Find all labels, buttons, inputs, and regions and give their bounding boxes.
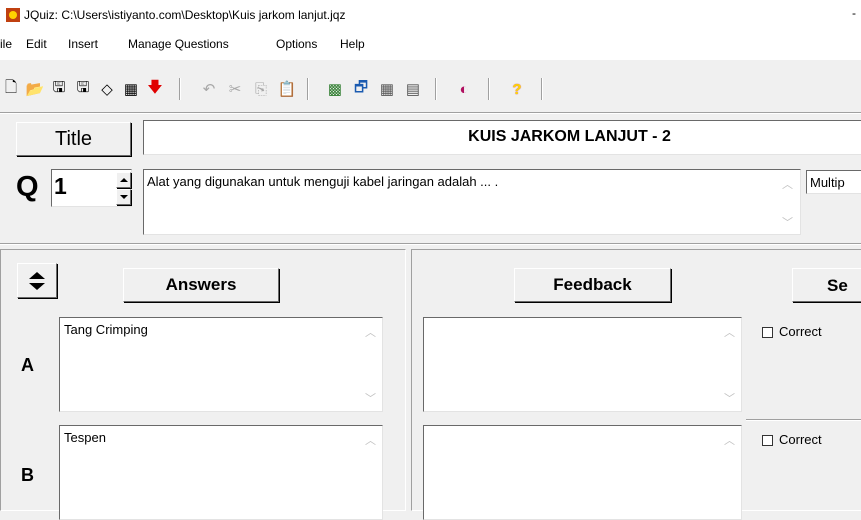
eraser-icon[interactable]: ◇ — [98, 80, 116, 98]
settings-header-button[interactable]: Se — [792, 268, 861, 302]
question-divider — [0, 243, 861, 245]
copy-icon[interactable]: ⎘ — [252, 80, 270, 98]
scroll-up-icon[interactable]: ︿ — [365, 432, 376, 448]
web-export-icon[interactable]: ▦ — [122, 80, 140, 98]
down-arrow-icon[interactable]: 🡇 — [146, 79, 164, 98]
title-field[interactable]: KUIS JARKOM LANJUT - 2 — [143, 120, 861, 155]
question-up-spinner[interactable] — [116, 172, 131, 188]
toolbar-separator — [179, 78, 181, 100]
correct-label-b: Correct — [779, 432, 822, 447]
question-text-field[interactable]: Alat yang digunakan untuk menguji kabel … — [143, 169, 801, 235]
save-icon[interactable]: 🖫 — [50, 79, 68, 98]
answer-a-field[interactable]: Tang Crimping ︿ ﹀ — [59, 317, 383, 412]
menu-help[interactable]: Help — [340, 37, 365, 51]
undo-icon[interactable]: ↶ — [200, 80, 218, 98]
menu-insert[interactable]: Insert — [68, 37, 98, 51]
answer-letter-a: A — [21, 355, 34, 375]
paste-icon[interactable]: 📋 — [278, 80, 297, 98]
reorder-button[interactable] — [17, 263, 57, 298]
question-type-select[interactable]: Multip — [806, 170, 861, 194]
toolbar-separator — [541, 78, 543, 100]
toolbar-separator — [307, 78, 309, 100]
open-folder-icon[interactable]: 📂 — [26, 80, 45, 98]
correct-label-a: Correct — [779, 324, 822, 339]
toolbar-divider — [0, 112, 861, 114]
settings-header-label: Se — [827, 276, 848, 295]
menu-edit[interactable]: Edit — [26, 37, 47, 51]
correct-checkbox-b[interactable] — [762, 435, 773, 446]
delete-record-icon[interactable]: ▤ — [404, 80, 422, 98]
window-title: JQuiz: C:\Users\istiyanto.com\Desktop\Ku… — [24, 8, 346, 22]
add-record-icon[interactable]: ▦ — [378, 80, 396, 98]
save-as-icon[interactable]: 🖫 — [74, 79, 92, 98]
answer-letter-b: B — [21, 465, 34, 485]
answer-a-text: Tang Crimping — [64, 322, 148, 337]
feedback-header-button[interactable]: Feedback — [514, 268, 671, 302]
question-text: Alat yang digunakan untuk menguji kabel … — [147, 174, 499, 189]
question-type-value: Multip — [810, 175, 845, 190]
spinner-up-arrow-icon — [119, 178, 128, 182]
question-label: Q — [16, 171, 39, 203]
window-title-edge: - — [852, 6, 856, 20]
scroll-down-icon[interactable]: ﹀ — [365, 390, 376, 406]
move-down-arrow-icon — [29, 282, 45, 290]
scroll-up-icon[interactable]: ︿ — [724, 324, 735, 340]
move-up-arrow-icon — [29, 271, 45, 279]
spinner-down-arrow-icon — [119, 195, 128, 199]
jquiz-app-icon — [6, 8, 20, 22]
menu-options[interactable]: Options — [276, 37, 317, 51]
cut-icon[interactable]: ✂ — [226, 80, 244, 98]
menu-file[interactable]: ile — [0, 37, 12, 51]
colors-icon[interactable]: ◐ — [455, 80, 473, 98]
help-icon[interactable]: ? — [508, 80, 526, 98]
scroll-down-icon[interactable]: ﹀ — [782, 214, 793, 230]
scroll-up-icon[interactable]: ︿ — [724, 432, 735, 448]
title-button[interactable]: Title — [16, 122, 131, 156]
toolbar-separator — [435, 78, 437, 100]
scroll-up-icon[interactable]: ︿ — [365, 324, 376, 340]
answers-header-button[interactable]: Answers — [123, 268, 279, 302]
menu-manage-questions[interactable]: Manage Questions — [128, 37, 229, 51]
answer-b-text: Tespen — [64, 430, 106, 445]
question-down-spinner[interactable] — [116, 189, 131, 205]
export-web-icon[interactable]: ▩ — [326, 80, 344, 98]
window-titlebar: JQuiz: C:\Users\istiyanto.com\Desktop\Ku… — [0, 0, 861, 30]
correct-checkbox-a[interactable] — [762, 327, 773, 338]
config-icon[interactable]: 🗗 — [352, 79, 370, 98]
answer-row-divider — [746, 419, 861, 421]
question-number: 1 — [54, 173, 67, 199]
toolbar-separator — [488, 78, 490, 100]
scroll-down-icon[interactable]: ﹀ — [724, 390, 735, 406]
scroll-up-icon[interactable]: ︿ — [782, 176, 793, 192]
title-field-value: KUIS JARKOM LANJUT - 2 — [468, 128, 671, 145]
new-file-icon[interactable]: 🗋 — [2, 79, 20, 98]
feedback-a-field[interactable]: ︿ ﹀ — [423, 317, 742, 412]
